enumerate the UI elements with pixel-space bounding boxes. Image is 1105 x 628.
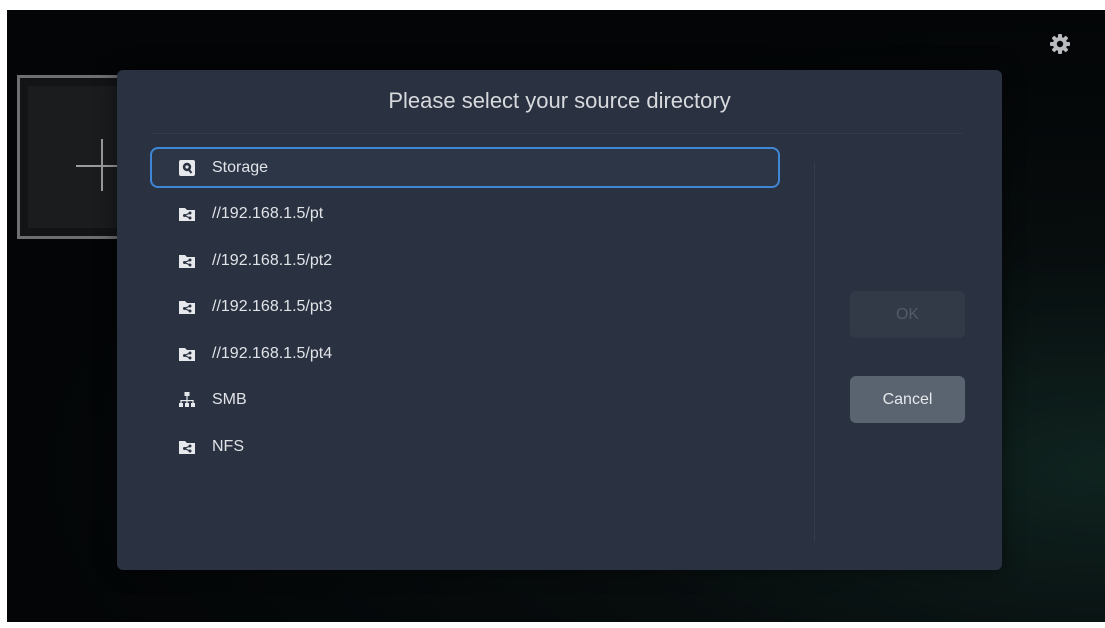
- network-tree-icon: [178, 391, 196, 409]
- list-item-label: NFS: [212, 437, 244, 455]
- list-item-smb[interactable]: SMB: [150, 380, 780, 421]
- cancel-button[interactable]: Cancel: [850, 376, 965, 423]
- list-item-label: //192.168.1.5/pt: [212, 205, 324, 222]
- network-share-folder-icon: [178, 252, 196, 270]
- list-item-label: //192.168.1.5/pt4: [212, 344, 333, 362]
- directory-list: Storage //192.168.1.5/pt //192.168.1.5/p…: [150, 147, 780, 473]
- list-item-nfs[interactable]: NFS: [150, 426, 780, 467]
- dialog-title: Please select your source directory: [388, 88, 731, 113]
- network-share-folder-icon: [178, 205, 196, 223]
- tv-screen: Please select your source directory Stor…: [7, 10, 1105, 622]
- list-item-storage[interactable]: Storage: [150, 147, 780, 188]
- list-item-share-pt4[interactable]: //192.168.1.5/pt4: [150, 333, 780, 374]
- network-share-folder-icon: [178, 345, 196, 363]
- plus-icon-vertical: [101, 139, 103, 191]
- source-directory-dialog: Please select your source directory Stor…: [117, 70, 1002, 570]
- list-item-share-pt2[interactable]: //192.168.1.5/pt2: [150, 240, 780, 281]
- storage-icon: [178, 159, 196, 177]
- list-buttons-divider: [814, 162, 815, 542]
- network-share-folder-icon: [178, 438, 196, 456]
- list-item-label: //192.168.1.5/pt2: [212, 251, 333, 269]
- network-share-folder-icon: [178, 298, 196, 316]
- title-divider: [152, 133, 962, 134]
- list-item-label: //192.168.1.5/pt3: [212, 298, 333, 315]
- settings-gear-icon[interactable]: [1049, 33, 1071, 55]
- list-item-label: Storage: [212, 158, 269, 176]
- ok-button[interactable]: OK: [850, 291, 965, 338]
- list-item-share-pt[interactable]: //192.168.1.5/pt: [150, 194, 780, 235]
- list-item-label: SMB: [212, 391, 247, 408]
- list-item-share-pt3[interactable]: //192.168.1.5/pt3: [150, 287, 780, 328]
